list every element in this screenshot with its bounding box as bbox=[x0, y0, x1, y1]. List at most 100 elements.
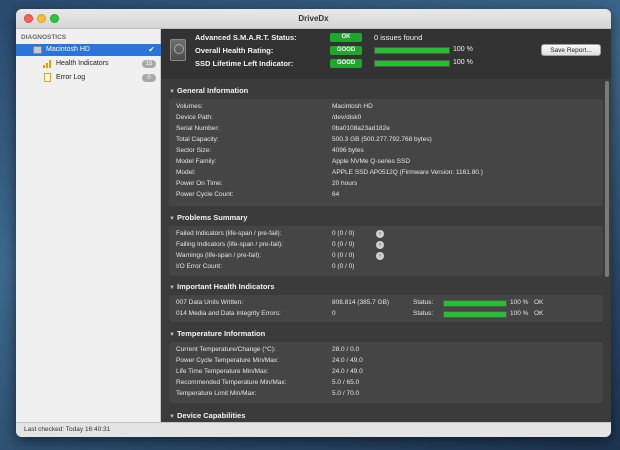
lifetime-bar bbox=[374, 60, 450, 67]
smart-status-badge: OK bbox=[330, 33, 362, 42]
vertical-scrollbar[interactable] bbox=[603, 79, 611, 422]
section-problems-header[interactable]: ▼ Problems Summary bbox=[161, 211, 603, 225]
info-row: Power Cycle Temperature Min/Max: 24.0 / 4… bbox=[176, 357, 596, 367]
sidebar-header: DIAGNOSTICS bbox=[21, 34, 67, 41]
count-badge: 0 bbox=[142, 74, 156, 82]
problem-row: I/O Error Count: 0 (0 / 0) bbox=[176, 263, 596, 273]
section-health-header[interactable]: ▼ Important Health Indicators bbox=[161, 280, 603, 294]
summary-header: Advanced S.M.A.R.T. Status: OK 0 issues … bbox=[161, 29, 611, 79]
drivedx-window: DriveDx DIAGNOSTICS Macintosh HD ✔ Healt… bbox=[16, 9, 611, 437]
indicator-percent: 100 % bbox=[510, 299, 529, 306]
info-row: Life Time Temperature Min/Max: 24.0 / 49.… bbox=[176, 368, 596, 378]
info-value: Macintosh HD bbox=[332, 103, 373, 110]
problem-row: Warnings (life-span / pre-fail): 0 (0 / 0… bbox=[176, 252, 596, 262]
info-key: Power Cycle Temperature Min/Max: bbox=[176, 357, 279, 364]
info-value: 24.0 / 49.0 bbox=[332, 368, 363, 375]
sidebar-item-label: Macintosh HD bbox=[46, 46, 90, 53]
log-document-icon bbox=[44, 73, 51, 82]
info-row: Sector Size: 4096 bytes bbox=[176, 147, 596, 157]
indicator-percent: 100 % bbox=[510, 310, 529, 317]
info-key: Current Temperature/Change (°C): bbox=[176, 346, 276, 353]
close-window-button[interactable] bbox=[24, 14, 33, 23]
smart-status-text: 0 issues found bbox=[374, 33, 423, 42]
indicator-status: OK bbox=[534, 310, 544, 317]
info-value: Apple NVMe Q-series SSD bbox=[332, 158, 411, 165]
scroll-thumb[interactable] bbox=[605, 81, 609, 277]
smart-status-label: Advanced S.M.A.R.T. Status: bbox=[195, 33, 297, 42]
sidebar: DIAGNOSTICS Macintosh HD ✔ Health Indica… bbox=[16, 29, 161, 422]
indicator-name: 007 Data Units Written: bbox=[176, 299, 244, 306]
minimize-window-button[interactable] bbox=[37, 14, 46, 23]
section-title: Important Health Indicators bbox=[177, 282, 275, 291]
count-badge: 15 bbox=[142, 60, 156, 68]
section-title: General Information bbox=[177, 86, 249, 95]
details-arrow-icon[interactable]: › bbox=[376, 252, 384, 260]
section-title: Device Capabilities bbox=[177, 411, 246, 420]
info-key: Warnings (life-span / pre-fail): bbox=[176, 252, 262, 259]
ssd-drive-icon bbox=[170, 39, 186, 61]
indicator-bar bbox=[443, 300, 507, 307]
info-row: Recommended Temperature Min/Max: 5.0 / 65… bbox=[176, 379, 596, 389]
save-report-button[interactable]: Save Report... bbox=[541, 44, 601, 56]
info-key: Total Capacity: bbox=[176, 136, 219, 143]
title-bar[interactable]: DriveDx bbox=[16, 9, 611, 29]
detail-panel: Advanced S.M.A.R.T. Status: OK 0 issues … bbox=[161, 29, 611, 422]
disk-icon bbox=[33, 46, 42, 54]
general-info-box: Volumes: Macintosh HD Device Path: /dev/di… bbox=[169, 99, 603, 206]
info-key: Volumes: bbox=[176, 103, 203, 110]
lifetime-badge: GOOD bbox=[330, 59, 362, 68]
health-indicator-row[interactable]: 014 Media and Data Integrity Errors: 0 S… bbox=[176, 310, 596, 320]
info-key: Device Path: bbox=[176, 114, 213, 121]
problem-row: Failed Indicators (life-span / pre-fail)… bbox=[176, 230, 596, 240]
problems-summary-box: Failed Indicators (life-span / pre-fail)… bbox=[169, 226, 603, 276]
info-value: /dev/disk0 bbox=[332, 114, 362, 121]
info-value: 500.3 GB (500.277.792.768 bytes) bbox=[332, 136, 432, 143]
info-row: Model Family: Apple NVMe Q-series SSD bbox=[176, 158, 596, 168]
temperature-box: Current Temperature/Change (°C): 28.0 / 0… bbox=[169, 342, 603, 403]
info-value: 4096 bytes bbox=[332, 147, 364, 154]
section-capabilities-header[interactable]: ▼ Device Capabilities bbox=[161, 409, 603, 422]
sidebar-item-label: Error Log bbox=[56, 74, 86, 81]
health-rating-label: Overall Health Rating: bbox=[195, 46, 274, 55]
lifetime-label: SSD Lifetime Left Indicator: bbox=[195, 59, 294, 68]
sidebar-item-health-indicators[interactable]: Health Indicators 15 bbox=[16, 58, 161, 70]
info-row: Total Capacity: 500.3 GB (500.277.792.768… bbox=[176, 136, 596, 146]
info-row: Device Path: /dev/disk0 bbox=[176, 114, 596, 124]
status-bar: Last checked: Today 16:40:31 bbox=[16, 422, 611, 437]
checkmark-icon: ✔ bbox=[148, 45, 155, 54]
info-value: 0 (0 / 0) bbox=[332, 263, 355, 270]
info-row: Temperature Limit Min/Max: 5.0 / 70.0 bbox=[176, 390, 596, 400]
zoom-window-button[interactable] bbox=[50, 14, 59, 23]
sidebar-item-macintosh-hd[interactable]: Macintosh HD ✔ bbox=[16, 44, 161, 56]
disclosure-triangle-icon: ▼ bbox=[169, 216, 175, 222]
info-key: Temperature Limit Min/Max: bbox=[176, 390, 257, 397]
section-general-header[interactable]: ▼ General Information bbox=[161, 84, 603, 98]
health-indicator-row[interactable]: 007 Data Units Written: 808.814 (385.7 G… bbox=[176, 299, 596, 309]
info-key: Power Cycle Count: bbox=[176, 191, 234, 198]
details-arrow-icon[interactable]: › bbox=[376, 230, 384, 238]
info-value: 0 (0 / 0) bbox=[332, 230, 355, 237]
details-arrow-icon[interactable]: › bbox=[376, 241, 384, 249]
info-key: Life Time Temperature Min/Max: bbox=[176, 368, 269, 375]
info-row: Volumes: Macintosh HD bbox=[176, 103, 596, 113]
health-rating-badge: GOOD bbox=[330, 46, 362, 55]
section-temperature-header[interactable]: ▼ Temperature Information bbox=[161, 327, 603, 341]
info-value: 28.0 / 0.0 bbox=[332, 346, 360, 353]
indicator-value: 0 bbox=[332, 310, 336, 317]
info-value: 24.0 / 49.0 bbox=[332, 357, 363, 364]
window-title: DriveDx bbox=[298, 14, 329, 23]
info-key: Serial Number: bbox=[176, 125, 220, 132]
sidebar-item-error-log[interactable]: Error Log 0 bbox=[16, 72, 161, 84]
info-key: Recommended Temperature Min/Max: bbox=[176, 379, 287, 386]
disclosure-triangle-icon: ▼ bbox=[169, 332, 175, 338]
status-label: Status: bbox=[413, 310, 434, 317]
info-value: 64 bbox=[332, 191, 340, 198]
indicator-bar bbox=[443, 311, 507, 318]
disclosure-triangle-icon: ▼ bbox=[169, 89, 175, 95]
section-title: Problems Summary bbox=[177, 213, 248, 222]
info-key: Model Family: bbox=[176, 158, 217, 165]
info-key: Failed Indicators (life-span / pre-fail)… bbox=[176, 230, 282, 237]
health-bars-icon bbox=[43, 60, 52, 68]
info-row: Serial Number: 0ba0108a23ad182e bbox=[176, 125, 596, 135]
disclosure-triangle-icon: ▼ bbox=[169, 414, 175, 420]
